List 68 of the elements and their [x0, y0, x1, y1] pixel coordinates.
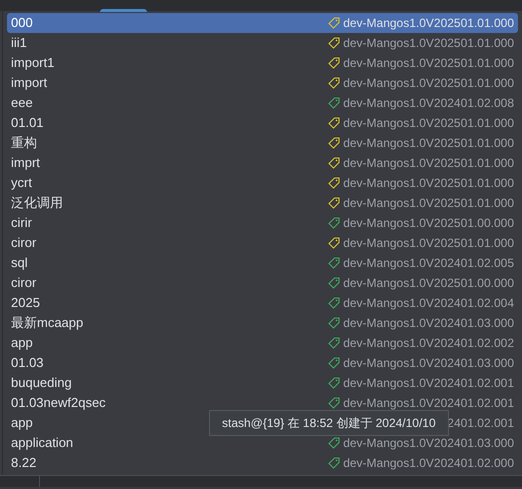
branch-tag: dev-Mangos1.0V202501.01.000 [343, 56, 514, 70]
stash-row[interactable]: 01.01 dev-Mangos1.0V202501.01.000 [7, 113, 518, 133]
stash-name: application [11, 436, 74, 450]
stash-row[interactable]: ciror dev-Mangos1.0V202501.01.000 [7, 233, 518, 253]
stash-name: sql [11, 256, 28, 270]
branch-tag: dev-Mangos1.0V202401.02.002 [343, 336, 514, 350]
stash-row[interactable]: 01.03newf2qsec dev-Mangos1.0V202401.02.001 [7, 393, 518, 413]
branch-tag: dev-Mangos1.0V202501.01.000 [343, 116, 514, 130]
stash-name: 8.22 [11, 456, 36, 470]
stash-row[interactable]: iii1 dev-Mangos1.0V202501.01.000 [7, 33, 518, 53]
branch-tag: dev-Mangos1.0V202401.02.005 [343, 256, 514, 270]
branch-tag: dev-Mangos1.0V202401.03.000 [343, 316, 514, 330]
stash-name: ycrt [11, 176, 32, 190]
stash-row[interactable]: 01.03 dev-Mangos1.0V202401.03.000 [7, 353, 518, 373]
branch-tag: dev-Mangos1.0V202401.03.000 [343, 356, 514, 370]
stash-name: ciror [11, 276, 36, 290]
stash-name: 01.01 [11, 116, 44, 130]
stash-name: 泛化调用 [11, 196, 63, 210]
stash-row[interactable]: import1 dev-Mangos1.0V202501.01.000 [7, 53, 518, 73]
stash-name: 重构 [11, 136, 37, 150]
branch-tag: dev-Mangos1.0V202401.02.008 [343, 96, 514, 110]
stash-row[interactable]: 泛化调用 dev-Mangos1.0V202501.01.000 [7, 193, 518, 213]
branch-tag: dev-Mangos1.0V202501.01.000 [343, 76, 514, 90]
stash-row[interactable]: imprt dev-Mangos1.0V202501.01.000 [7, 153, 518, 173]
branch-tag: dev-Mangos1.0V202501.01.000 [343, 236, 514, 250]
branch-tag: dev-Mangos1.0V202401.02.000 [343, 456, 514, 470]
branch-tag: dev-Mangos1.0V202401.02.001 [343, 376, 514, 390]
branch-tag: dev-Mangos1.0V202501.01.000 [343, 156, 514, 170]
stash-row[interactable]: sql dev-Mangos1.0V202401.02.005 [7, 253, 518, 273]
stash-name: iii1 [11, 36, 27, 50]
stash-name: eee [11, 96, 33, 110]
tab-indicator [100, 9, 147, 12]
stash-name: buqueding [11, 376, 72, 390]
stash-name: 01.03newf2qsec [11, 396, 106, 410]
stash-row[interactable]: 8.22 dev-Mangos1.0V202401.02.000 [7, 453, 518, 473]
branch-tag: dev-Mangos1.0V202501.00.000 [343, 216, 514, 230]
stash-row[interactable]: buqueding dev-Mangos1.0V202401.02.001 [7, 373, 518, 393]
stash-name: ciror [11, 236, 36, 250]
tooltip: stash@{19} 在 18:52 创建于 2024/10/10 [209, 410, 449, 436]
stash-row[interactable]: 000 dev-Mangos1.0V202501.01.000 [7, 13, 518, 33]
stash-row[interactable]: app dev-Mangos1.0V202401.02.002 [7, 333, 518, 353]
branch-tag: dev-Mangos1.0V202501.01.000 [343, 196, 514, 210]
branch-tag: dev-Mangos1.0V202501.01.000 [343, 36, 514, 50]
stash-name: 000 [11, 16, 33, 30]
branch-tag: dev-Mangos1.0V202401.02.001 [343, 396, 514, 410]
stash-row[interactable]: 最新mcaapp dev-Mangos1.0V202401.03.000 [7, 313, 518, 333]
stash-name: app [11, 336, 33, 350]
branch-tag: dev-Mangos1.0V202501.00.000 [343, 276, 514, 290]
stash-row[interactable]: application dev-Mangos1.0V202401.03.000 [7, 433, 518, 453]
stash-row[interactable]: ciror dev-Mangos1.0V202501.00.000 [7, 273, 518, 293]
stash-row[interactable]: 重构 dev-Mangos1.0V202501.01.000 [7, 133, 518, 153]
stash-name: 01.03 [11, 356, 44, 370]
branch-tag: dev-Mangos1.0V202401.02.004 [343, 296, 514, 310]
branch-tag: dev-Mangos1.0V202501.01.000 [343, 136, 514, 150]
branch-tag: dev-Mangos1.0V202501.01.000 [343, 16, 514, 30]
stash-row[interactable]: import dev-Mangos1.0V202501.01.000 [7, 73, 518, 93]
stash-name: import1 [11, 56, 54, 70]
stash-name: 2025 [11, 296, 40, 310]
stash-row[interactable]: 2025 dev-Mangos1.0V202401.02.004 [7, 293, 518, 313]
branch-tag: dev-Mangos1.0V202501.01.000 [343, 176, 514, 190]
stash-name: cirir [11, 216, 32, 230]
stash-row[interactable]: ycrt dev-Mangos1.0V202501.01.000 [7, 173, 518, 193]
stash-row[interactable]: eee dev-Mangos1.0V202401.02.008 [7, 93, 518, 113]
stash-name: imprt [11, 156, 40, 170]
branch-tag: dev-Mangos1.0V202401.03.000 [343, 436, 514, 450]
stash-name: 最新mcaapp [11, 316, 84, 330]
stash-name: import [11, 76, 48, 90]
stash-row[interactable]: cirir dev-Mangos1.0V202501.00.000 [7, 213, 518, 233]
